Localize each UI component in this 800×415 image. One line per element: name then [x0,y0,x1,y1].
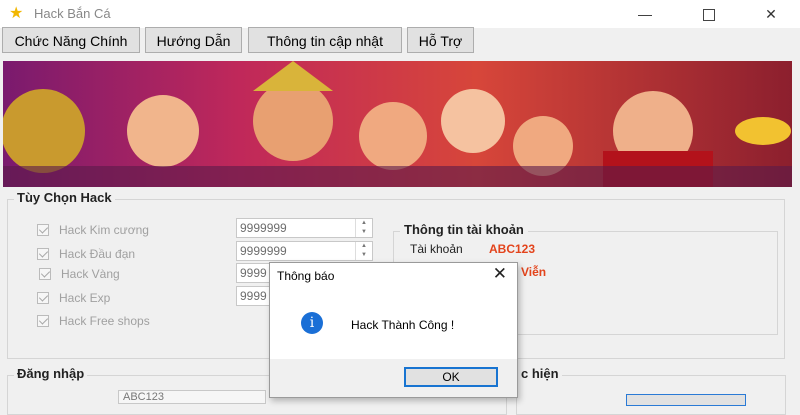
account-status-value: Viễn [521,265,547,279]
partial-group-title: c hiện [518,366,562,381]
info-icon: i [301,312,323,334]
account-info-title: Thông tin tài khoản [400,222,528,237]
login-username-input[interactable]: ABC123 [118,390,266,404]
option-hack-free-shops[interactable]: Hack Free shops [37,314,150,328]
checkbox[interactable] [37,248,49,260]
menu-main-functions[interactable]: Chức Năng Chính [2,27,140,53]
dialog-close-icon[interactable]: ✕ [493,264,507,284]
minimize-button[interactable]: — [622,0,668,28]
checkbox[interactable] [37,292,49,304]
message-dialog: Thông báo ✕ i Hack Thành Công ! OK [269,262,518,398]
title-bar: ★ Hack Bắn Cá — ✕ [0,0,800,28]
account-label: Tài khoản [410,242,463,256]
dialog-title: Thông báo [277,269,335,283]
game-banner-image [3,61,792,187]
checkbox[interactable] [37,315,49,327]
checkbox[interactable] [39,268,51,280]
close-window-button[interactable]: ✕ [748,0,794,28]
maximize-button[interactable] [686,0,732,28]
partial-action-button[interactable] [626,394,746,406]
menu-support[interactable]: Hỗ Trợ [407,27,474,53]
bullets-amount-input[interactable]: 9999999 ▲ ▼ [236,241,373,261]
ok-button[interactable]: OK [404,367,498,387]
option-hack-gold[interactable]: Hack Vàng [39,267,120,281]
option-hack-exp[interactable]: Hack Exp [37,291,110,305]
login-title: Đăng nhập [14,366,88,381]
menu-guide[interactable]: Hướng Dẫn [145,27,242,53]
option-hack-bullets[interactable]: Hack Đầu đạn [37,247,135,261]
option-hack-diamond[interactable]: Hack Kim cương [37,223,149,237]
spin-arrows-icon[interactable]: ▲ ▼ [355,242,372,260]
diamond-amount-input[interactable]: 9999999 ▲ ▼ [236,218,373,238]
menu-update-info[interactable]: Thông tin cập nhật [248,27,402,53]
hack-options-title: Tùy Chọn Hack [14,190,115,205]
dialog-message: Hack Thành Công ! [351,318,455,332]
checkbox[interactable] [37,224,49,236]
window-title: Hack Bắn Cá [34,6,111,21]
app-star-icon: ★ [9,5,24,22]
account-value: ABC123 [489,242,536,256]
spin-arrows-icon[interactable]: ▲ ▼ [355,219,372,237]
